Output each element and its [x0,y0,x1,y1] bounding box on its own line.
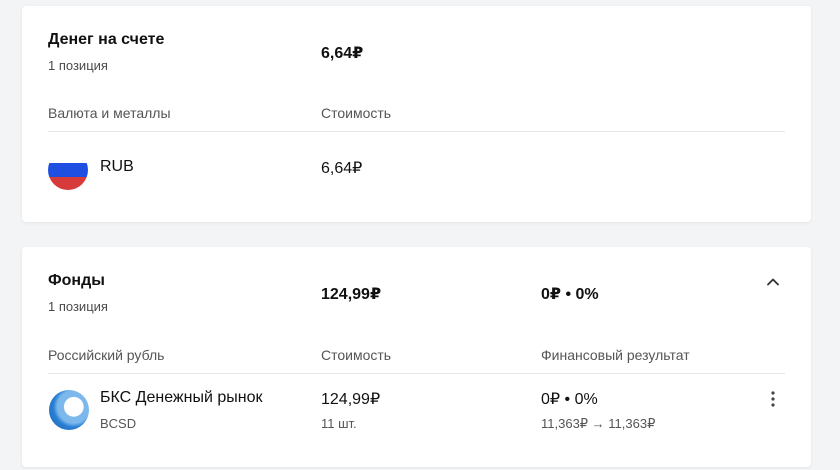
fund-ticker: BCSD [100,416,137,431]
funds-positions-count: 1 позиция [48,299,108,314]
cash-title: Денег на счете [48,31,165,48]
cash-column-category: Валюта и металлы [48,105,171,121]
bcs-fund-logo-icon [49,390,89,430]
russia-flag-icon [48,150,88,190]
funds-column-value: Стоимость [321,347,392,363]
cash-positions-count: 1 позиция [48,58,108,73]
fund-value: 124,99₽ [321,391,381,408]
currency-name: RUB [100,158,134,175]
funds-result: 0₽ • 0% [541,286,599,303]
cash-total: 6,64₽ [321,45,364,62]
cash-row-rub[interactable]: RUB 6,64₽ [22,142,811,198]
cash-card: Денег на счете 1 позиция 6,64₽ Валюта и … [22,6,811,222]
fund-row-bcsd[interactable]: БКС Денежный рынок BCSD 124,99₽ 11 шт. 0… [22,379,811,443]
fund-name: БКС Денежный рынок [100,389,263,406]
fund-result: 0₽ • 0% [541,391,598,408]
currency-value: 6,64₽ [321,160,363,177]
funds-total: 124,99₽ [321,286,382,303]
funds-column-result: Финансовый результат [541,347,690,363]
fund-price-change: 11,363₽ → 11,363₽ [541,416,656,431]
funds-title: Фонды [48,272,105,289]
cash-column-value: Стоимость [321,105,392,121]
more-vertical-icon[interactable] [763,387,783,411]
funds-column-category: Российский рубль [48,347,165,363]
fund-quantity: 11 шт. [321,416,357,431]
funds-divider [48,373,785,374]
cash-divider [48,131,785,132]
chevron-up-icon[interactable] [762,271,784,293]
funds-card: Фонды 1 позиция 124,99₽ 0₽ • 0% Российск… [22,247,811,467]
